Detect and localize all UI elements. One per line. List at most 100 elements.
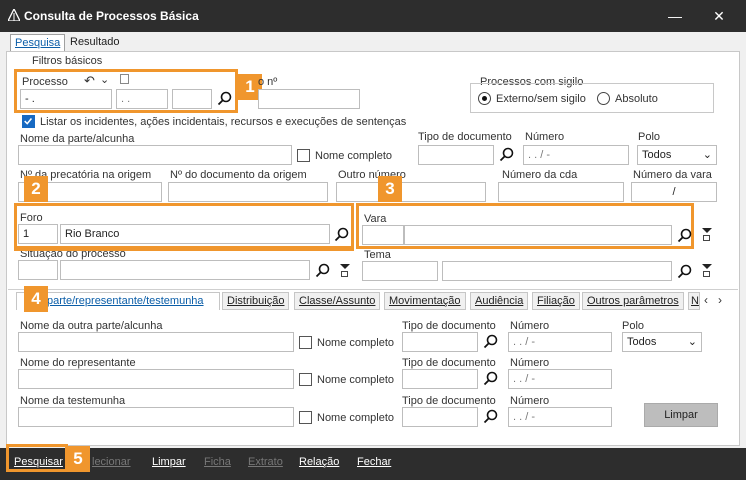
foro-name-input[interactable]: Rio Branco [60, 224, 330, 244]
outra-parte-nome-completo-checkbox[interactable] [299, 336, 312, 349]
search-icon[interactable] [217, 91, 233, 107]
tipo-documento-input[interactable] [418, 145, 494, 165]
filter-dropdown-icon[interactable] [702, 264, 712, 278]
tipo-documento-input[interactable] [402, 369, 478, 389]
numero-label: Número [510, 395, 550, 407]
subtab-classe-assunto[interactable]: Classe/Assunto [294, 292, 381, 310]
polo-select[interactable]: Todos ⌄ [637, 145, 717, 165]
subtab-overflow[interactable]: N [688, 292, 700, 310]
foro-code-input[interactable]: 1 [18, 224, 58, 244]
search-icon[interactable] [483, 334, 499, 350]
check-icon [24, 118, 33, 125]
polo-select[interactable]: Todos ⌄ [622, 332, 702, 352]
fechar-button[interactable]: Fechar [357, 456, 391, 468]
window-title: Consulta de Processos Básica [24, 9, 199, 23]
title-bar: Consulta de Processos Básica — ✕ [0, 0, 746, 32]
vara-name-input[interactable] [404, 225, 672, 245]
chevron-right-icon[interactable]: › [718, 293, 722, 307]
testemunha-nome-completo-checkbox[interactable] [299, 411, 312, 424]
numero-partial-label: o nº [258, 76, 278, 88]
pesquisar-button[interactable]: Pesquisar [14, 456, 63, 468]
tema-label: Tema [364, 249, 391, 261]
search-icon[interactable] [315, 263, 331, 279]
extrato-button[interactable]: Extrato [248, 456, 283, 468]
situacao-name-input[interactable] [60, 260, 310, 280]
numero-input[interactable]: . . / - [508, 369, 612, 389]
section-divider [8, 289, 738, 290]
tipo-documento-label: Tipo de documento [402, 395, 496, 407]
tipo-documento-label: Tipo de documento [402, 357, 496, 369]
outro-numero-input[interactable] [336, 182, 486, 202]
nome-parte-input[interactable] [18, 145, 292, 165]
minimize-button[interactable]: — [664, 6, 686, 26]
nome-completo-label: Nome completo [317, 337, 395, 349]
numero-vara-input[interactable]: / [631, 182, 717, 202]
search-icon[interactable] [483, 371, 499, 387]
numero-label: Número [510, 320, 550, 332]
subtab-distribuicao[interactable]: Distribuição [222, 292, 290, 310]
numero-cda-input[interactable] [498, 182, 624, 202]
badge-4: 4 [24, 286, 48, 312]
polo-value: Todos [627, 336, 657, 348]
search-icon[interactable] [677, 264, 693, 280]
sigilo-absoluto-radio[interactable] [597, 92, 610, 105]
representante-nome-completo-checkbox[interactable] [299, 373, 312, 386]
filter-dropdown-icon[interactable] [340, 264, 350, 278]
search-icon[interactable] [499, 147, 515, 163]
polo-label: Polo [622, 320, 645, 332]
representante-input[interactable] [18, 369, 294, 389]
info-icon[interactable] [120, 74, 129, 84]
tipo-documento-input[interactable] [402, 407, 478, 427]
numero-label: Número [510, 357, 550, 369]
relacao-button[interactable]: Relação [299, 456, 339, 468]
nome-completo-checkbox[interactable] [297, 149, 310, 162]
limpar-bottom-button[interactable]: Limpar [152, 456, 186, 468]
subtab-audiencia[interactable]: Audiência [470, 292, 529, 310]
polo-label: Polo [638, 131, 661, 143]
badge-5: 5 [66, 446, 90, 472]
tab-pesquisa[interactable]: Pesquisa [10, 34, 66, 52]
doc-origem-label: Nº do documento da origem [170, 169, 307, 181]
search-icon[interactable] [677, 228, 693, 244]
selecionar-button[interactable]: lecionar [92, 456, 131, 468]
search-icon[interactable] [483, 409, 499, 425]
numero-input[interactable]: . . / - [508, 332, 612, 352]
nome-completo-label: Nome completo [317, 374, 395, 386]
undo-icon[interactable]: ↶ [84, 73, 95, 89]
subtab-movimentacao[interactable]: Movimentação [384, 292, 466, 310]
processo-input-3[interactable] [172, 89, 212, 109]
tema-code-input[interactable] [362, 261, 438, 281]
tab-resultado[interactable]: Resultado [66, 34, 124, 52]
numero-doc-input[interactable]: . . / - [523, 145, 629, 165]
doc-origem-input[interactable] [168, 182, 328, 202]
incidentes-checkbox[interactable] [22, 115, 35, 128]
search-icon[interactable] [334, 227, 350, 243]
close-window-button[interactable]: ✕ [708, 6, 730, 26]
numero-input[interactable] [258, 89, 360, 109]
sigilo-externo-radio[interactable] [478, 92, 491, 105]
ficha-button[interactable]: Ficha [204, 456, 231, 468]
numero-cda-label: Número da cda [502, 169, 578, 181]
numero-vara-label: Número da vara [633, 169, 712, 181]
situacao-code-input[interactable] [18, 260, 58, 280]
subtab-outros-parametros[interactable]: Outros parâmetros [582, 292, 684, 310]
nome-completo-label: Nome completo [317, 412, 395, 424]
tema-name-input[interactable] [442, 261, 672, 281]
processo-input-1[interactable]: - . [20, 89, 112, 109]
tipo-documento-input[interactable] [402, 332, 478, 352]
sigilo-absoluto-label: Absoluto [615, 93, 658, 105]
polo-value: Todos [642, 149, 672, 161]
subtab-filiacao[interactable]: Filiação [532, 292, 580, 310]
nome-parte-label: Nome da parte/alcunha [20, 133, 135, 145]
numero-input[interactable]: . . / - [508, 407, 612, 427]
processo-input-2[interactable]: . . [116, 89, 168, 109]
chevron-down-icon[interactable]: ⌄ [100, 73, 109, 86]
testemunha-input[interactable] [18, 407, 294, 427]
foro-label: Foro [20, 212, 43, 224]
filter-dropdown-icon[interactable] [702, 228, 712, 242]
limpar-button[interactable]: Limpar [644, 403, 718, 427]
badge-3: 3 [378, 176, 402, 202]
vara-code-input[interactable] [362, 225, 404, 245]
chevron-left-icon[interactable]: ‹ [704, 293, 708, 307]
outra-parte-input[interactable] [18, 332, 294, 352]
